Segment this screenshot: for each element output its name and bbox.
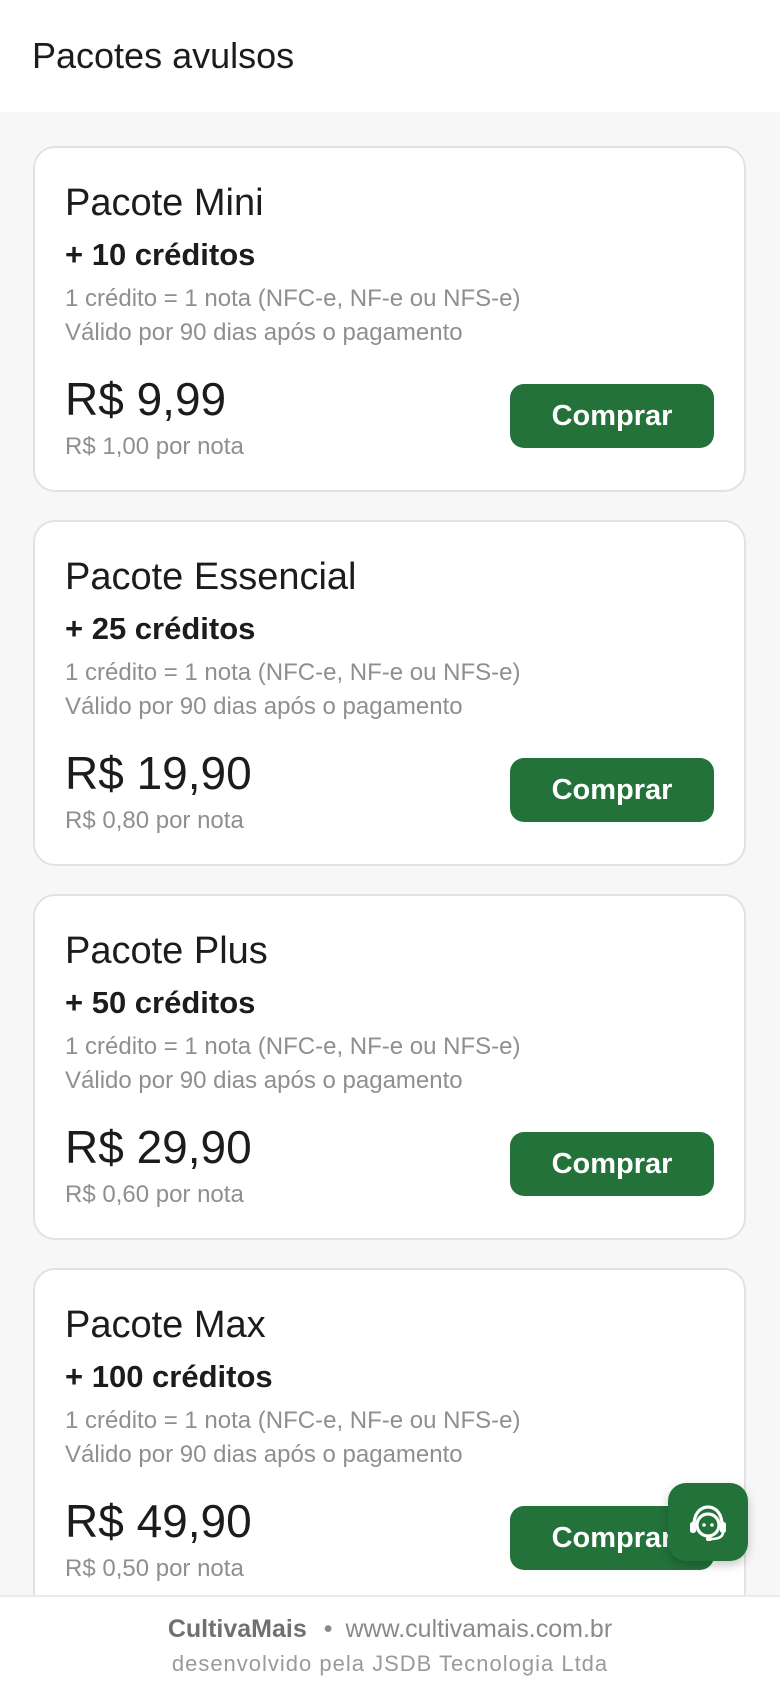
package-unit-price: R$ 0,60 por nota xyxy=(65,1181,244,1208)
package-credits: + 50 créditos xyxy=(65,985,256,1020)
package-list[interactable]: Pacote Mini + 10 créditos 1 crédito = 1 … xyxy=(0,112,780,1595)
package-name: Pacote Essencial xyxy=(65,556,357,598)
page-title: Pacotes avulsos xyxy=(32,35,295,76)
package-card-max: Pacote Max + 100 créditos 1 crédito = 1 … xyxy=(33,1268,746,1595)
support-agent-icon xyxy=(686,1500,730,1544)
buy-mini-button[interactable]: Comprar xyxy=(510,384,714,448)
package-unit-price: R$ 0,50 por nota xyxy=(65,1555,244,1582)
footer-website-link[interactable]: www.cultivamais.com.br xyxy=(345,1615,612,1643)
buy-essencial-button[interactable]: Comprar xyxy=(510,758,714,822)
footer-brand-line: CultivaMais • www.cultivamais.com.br xyxy=(0,1613,780,1645)
package-credit-rule: 1 crédito = 1 nota (NFC-e, NF-e ou NFS-e… xyxy=(65,285,521,312)
app-header: Pacotes avulsos xyxy=(0,0,780,112)
footer-separator: • xyxy=(323,1615,333,1643)
package-price: R$ 29,90 xyxy=(65,1121,252,1173)
package-credits: + 10 créditos xyxy=(65,237,256,272)
package-name: Pacote Max xyxy=(65,1304,266,1346)
package-card-mini: Pacote Mini + 10 créditos 1 crédito = 1 … xyxy=(33,146,746,492)
package-validity: Válido por 90 dias após o pagamento xyxy=(65,1067,463,1094)
package-unit-price: R$ 0,80 por nota xyxy=(65,807,244,834)
package-credits: + 25 créditos xyxy=(65,611,256,646)
package-credit-rule: 1 crédito = 1 nota (NFC-e, NF-e ou NFS-e… xyxy=(65,1407,521,1434)
package-card-plus: Pacote Plus + 50 créditos 1 crédito = 1 … xyxy=(33,894,746,1240)
package-validity: Válido por 90 dias após o pagamento xyxy=(65,319,463,346)
package-price: R$ 9,99 xyxy=(65,373,227,425)
package-price: R$ 49,90 xyxy=(65,1495,252,1547)
footer-credit: desenvolvido pela JSDB Tecnologia Ltda xyxy=(171,1651,609,1676)
package-validity: Válido por 90 dias após o pagamento xyxy=(65,693,463,720)
app-footer: CultivaMais • www.cultivamais.com.br des… xyxy=(0,1595,780,1688)
support-button[interactable] xyxy=(668,1483,748,1561)
buy-plus-button[interactable]: Comprar xyxy=(510,1132,714,1196)
package-name: Pacote Mini xyxy=(65,182,264,224)
package-card-essencial: Pacote Essencial + 25 créditos 1 crédito… xyxy=(33,520,746,866)
package-validity: Válido por 90 dias após o pagamento xyxy=(65,1441,463,1468)
package-credits: + 100 créditos xyxy=(65,1359,273,1394)
package-credit-rule: 1 crédito = 1 nota (NFC-e, NF-e ou NFS-e… xyxy=(65,659,521,686)
package-unit-price: R$ 1,00 por nota xyxy=(65,433,244,460)
package-price: R$ 19,90 xyxy=(65,747,252,799)
package-name: Pacote Plus xyxy=(65,930,268,972)
package-credit-rule: 1 crédito = 1 nota (NFC-e, NF-e ou NFS-e… xyxy=(65,1033,521,1060)
footer-brand: CultivaMais xyxy=(167,1615,307,1643)
